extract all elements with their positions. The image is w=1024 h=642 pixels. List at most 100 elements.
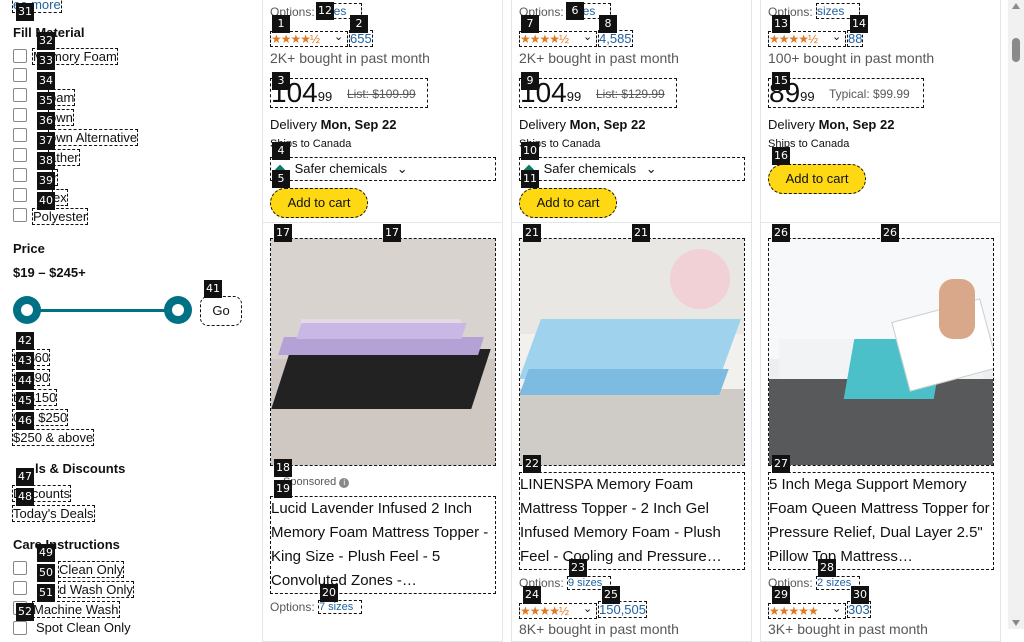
deal-todays-deals[interactable]: Today's Deals: [12, 505, 95, 522]
element-number-badge: 48: [16, 488, 34, 506]
price-link[interactable]: 10499 List: $129.99: [519, 78, 677, 108]
element-number-badge: 47: [16, 468, 34, 486]
element-number-badge: 13: [772, 15, 790, 33]
element-number-badge: 51: [37, 584, 55, 602]
checkbox-memory-foam[interactable]: [13, 49, 27, 63]
checkbox-fill-3[interactable]: [13, 88, 27, 102]
bought-text: 100+ bought in past month: [768, 50, 935, 66]
element-number-badge: 9: [521, 72, 539, 90]
element-number-badge: 21: [523, 224, 541, 242]
delivery-text: Delivery Mon, Sep 22: [768, 117, 895, 132]
sizes-link[interactable]: 7 sizes: [318, 600, 362, 614]
checkbox-fill-6[interactable]: [13, 148, 27, 162]
chevron-down-icon: ⌄: [645, 161, 657, 176]
list-price: List: $109.99: [347, 87, 416, 101]
element-number-badge: 4: [272, 142, 290, 160]
element-number-badge: 37: [37, 132, 55, 150]
scroll-down-arrow-icon[interactable]: [1012, 620, 1020, 626]
price-fraction: 99: [566, 89, 582, 104]
care-spot-clean-only[interactable]: Spot Clean Only: [36, 620, 131, 635]
add-to-cart-button[interactable]: Add to cart: [270, 188, 368, 218]
element-number-badge: 22: [523, 455, 541, 473]
element-number-badge: 31: [16, 3, 34, 21]
add-to-cart-button[interactable]: Add to cart: [768, 164, 866, 194]
safer-chemicals-badge[interactable]: ◆ Safer chemicals ⌄: [270, 157, 496, 181]
element-number-badge: 42: [16, 332, 34, 350]
element-number-badge: 40: [37, 192, 55, 210]
care-heading: Care Instructions: [13, 537, 120, 552]
checkbox-spot-clean[interactable]: [13, 621, 27, 635]
element-number-badge: 46: [16, 412, 34, 430]
element-number-badge: 43: [16, 352, 34, 370]
element-number-badge: 15: [772, 72, 790, 90]
element-number-badge: 34: [37, 72, 55, 90]
element-number-badge: 27: [772, 455, 790, 473]
element-number-badge: 26: [772, 224, 790, 242]
add-to-cart-button[interactable]: Add to cart: [519, 188, 617, 218]
price-range-250-above[interactable]: $250 & above: [12, 429, 95, 446]
element-number-badge: 36: [37, 112, 55, 130]
checkbox-fill-5[interactable]: [13, 128, 27, 142]
chevron-down-icon[interactable]: ⌄: [334, 30, 343, 43]
price-go-button[interactable]: Go: [200, 296, 242, 326]
element-number-badge: 49: [37, 544, 55, 562]
checkbox-hand-wash[interactable]: [13, 581, 27, 595]
element-number-badge: 35: [37, 92, 55, 110]
info-icon: i: [339, 478, 350, 488]
element-number-badge: 28: [818, 559, 836, 577]
element-number-badge: 8: [599, 15, 617, 33]
element-number-badge: 25: [602, 586, 620, 604]
delivery-text: Delivery Mon, Sep 22: [519, 117, 646, 132]
filter-label-down-alternative[interactable]: own Alternative: [48, 129, 139, 146]
price-link[interactable]: 8999 Typical: $99.99: [768, 78, 924, 108]
product-title-link[interactable]: 5 Inch Mega Support Memory Foam Queen Ma…: [768, 472, 994, 570]
element-number-badge: 33: [37, 52, 55, 70]
checkbox-fill-4[interactable]: [13, 108, 27, 122]
product-title-link[interactable]: LINENSPA Memory Foam Mattress Topper - 2…: [519, 472, 745, 570]
bought-text: 8K+ bought in past month: [519, 621, 679, 637]
deals-heading: ls & Discounts: [35, 461, 126, 476]
product-image-mega-support-topper[interactable]: [768, 238, 994, 466]
chevron-down-icon[interactable]: ⌄: [832, 602, 841, 615]
product-image-linenspa-topper[interactable]: [519, 238, 745, 466]
list-price: List: $129.99: [596, 87, 665, 101]
product-image-lucid-topper[interactable]: [270, 238, 496, 466]
checkbox-polyester[interactable]: [13, 208, 27, 222]
care-hand-wash-only[interactable]: d Wash Only: [58, 581, 134, 598]
chevron-down-icon[interactable]: ⌄: [832, 30, 841, 43]
element-number-badge: 12: [316, 2, 334, 20]
price-slider-min-handle[interactable]: [13, 296, 41, 324]
chevron-down-icon[interactable]: ⌄: [583, 602, 592, 615]
sponsored-label[interactable]: Sponsored i: [283, 476, 350, 488]
bought-text: 2K+ bought in past month: [519, 50, 679, 66]
checkbox-fill-8[interactable]: [13, 188, 27, 202]
scroll-up-arrow-icon[interactable]: [1012, 3, 1020, 9]
bought-text: 2K+ bought in past month: [270, 50, 430, 66]
bought-text: 3K+ bought in past month: [768, 621, 928, 637]
safer-chemicals-badge[interactable]: ◆ Safer chemicals ⌄: [519, 157, 745, 181]
element-number-badge: 11: [521, 170, 539, 188]
element-number-badge: 2: [350, 15, 368, 33]
product-title-link[interactable]: Lucid Lavender Infused 2 Inch Memory Foa…: [270, 496, 496, 594]
element-number-badge: 30: [851, 586, 869, 604]
page-scrollbar[interactable]: [1008, 0, 1024, 629]
element-number-badge: 14: [850, 15, 868, 33]
checkbox-fill-2[interactable]: [13, 68, 27, 82]
scroll-thumb[interactable]: [1012, 38, 1020, 62]
price-range-text: $19 – $245+: [13, 265, 86, 280]
element-number-badge: 50: [37, 564, 55, 582]
element-number-badge: 21: [632, 224, 650, 242]
price-link[interactable]: 10499 List: $109.99: [270, 78, 428, 108]
element-number-badge: 17: [274, 224, 292, 242]
chevron-down-icon[interactable]: ⌄: [583, 30, 592, 43]
element-number-badge: 10: [521, 142, 539, 160]
element-number-badge: 6: [566, 2, 584, 20]
care-dry-clean-only[interactable]: Clean Only: [58, 561, 125, 578]
checkbox-fill-7[interactable]: [13, 168, 27, 182]
filter-label-polyester[interactable]: Polyester: [32, 208, 89, 225]
checkbox-dry-clean[interactable]: [13, 561, 27, 575]
price-slider-max-handle[interactable]: [164, 296, 192, 324]
typical-price: Typical: $99.99: [829, 87, 910, 101]
care-machine-wash[interactable]: Machine Wash: [32, 601, 120, 618]
element-number-badge: 44: [16, 372, 34, 390]
